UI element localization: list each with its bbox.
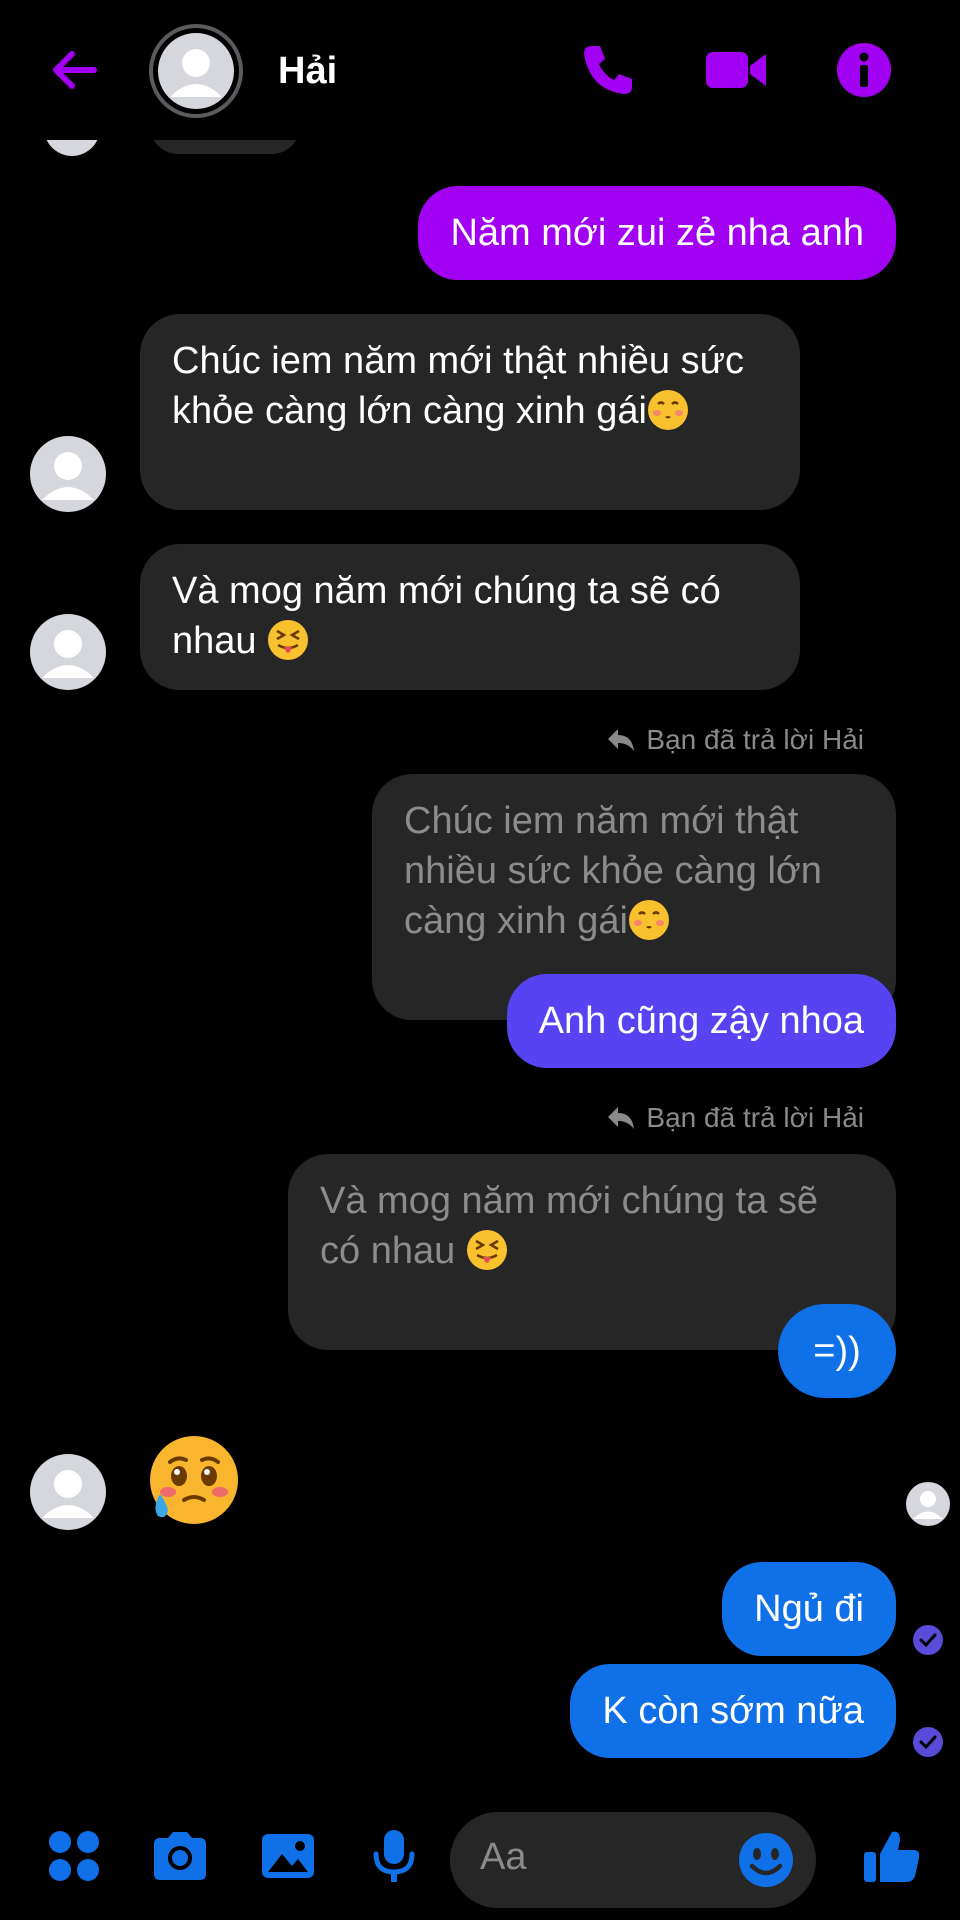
default-avatar-icon: [158, 33, 234, 109]
squinting-tongue-emoji-icon: [466, 1230, 507, 1270]
outgoing-message[interactable]: =)): [778, 1304, 896, 1398]
quoted-text: Và mog năm mới chúng ta sẽ có nhau: [320, 1180, 819, 1272]
emoji-picker-icon[interactable]: [736, 1830, 796, 1890]
delivered-check-icon: [913, 1625, 943, 1655]
pleading-tear-emoji-icon[interactable]: [144, 1432, 240, 1528]
outgoing-message[interactable]: K còn sớm nữa: [570, 1664, 896, 1758]
default-avatar-icon[interactable]: [30, 1454, 106, 1530]
outgoing-message[interactable]: Anh cũng zậy nhoa: [506, 974, 896, 1068]
message-composer: Aa: [0, 1800, 960, 1920]
message-text: Và mog năm mới chúng ta sẽ có nhau: [172, 570, 721, 662]
squinting-tongue-emoji-icon: [268, 620, 309, 660]
phone-call-icon[interactable]: [578, 40, 638, 100]
contact-avatar[interactable]: [149, 24, 243, 118]
thumbs-up-icon[interactable]: [860, 1826, 924, 1886]
reply-note-text: Bạn đã trả lời Hải: [646, 1102, 864, 1133]
blushing-kiss-emoji-icon: [647, 390, 688, 430]
default-avatar-icon[interactable]: [30, 614, 106, 690]
apps-grid-icon[interactable]: [44, 1826, 104, 1886]
message-text: Anh cũng zậy nhoa: [538, 1000, 864, 1042]
message-input[interactable]: Aa: [450, 1812, 816, 1908]
message-text: Ngủ đi: [754, 1588, 864, 1630]
incoming-message[interactable]: Chúc iem năm mới thật nhiều sức khỏe càn…: [140, 314, 800, 510]
microphone-icon[interactable]: [364, 1826, 424, 1886]
seen-avatar-icon: [906, 1482, 950, 1526]
gallery-image-icon[interactable]: [258, 1826, 318, 1886]
blushing-kiss-emoji-icon: [628, 900, 669, 940]
incoming-message[interactable]: Và mog năm mới chúng ta sẽ có nhau: [140, 544, 800, 690]
message-text: K còn sớm nữa: [602, 1690, 864, 1732]
camera-icon[interactable]: [150, 1826, 210, 1886]
info-icon[interactable]: [834, 40, 894, 100]
reply-indicator: Bạn đã trả lời Hải: [606, 1102, 864, 1134]
outgoing-message[interactable]: Năm mới zui zẻ nha anh: [418, 186, 896, 280]
message-input-placeholder: Aa: [480, 1836, 527, 1878]
message-text: =)): [813, 1330, 861, 1372]
conversation-header: Hải: [0, 0, 960, 140]
reply-arrow-icon: [608, 1107, 635, 1129]
reply-arrow-icon: [608, 729, 635, 751]
message-text: Năm mới zui zẻ nha anh: [450, 212, 864, 254]
delivered-check-icon: [913, 1727, 943, 1757]
quoted-text: Chúc iem năm mới thật nhiều sức khỏe càn…: [404, 800, 822, 942]
video-call-icon[interactable]: [704, 40, 768, 100]
back-arrow-icon[interactable]: [44, 40, 104, 100]
outgoing-message[interactable]: Ngủ đi: [722, 1562, 896, 1656]
default-avatar-icon[interactable]: [30, 436, 106, 512]
contact-name[interactable]: Hải: [278, 50, 337, 93]
reply-indicator: Bạn đã trả lời Hải: [606, 724, 864, 756]
reply-note-text: Bạn đã trả lời Hải: [646, 724, 864, 755]
